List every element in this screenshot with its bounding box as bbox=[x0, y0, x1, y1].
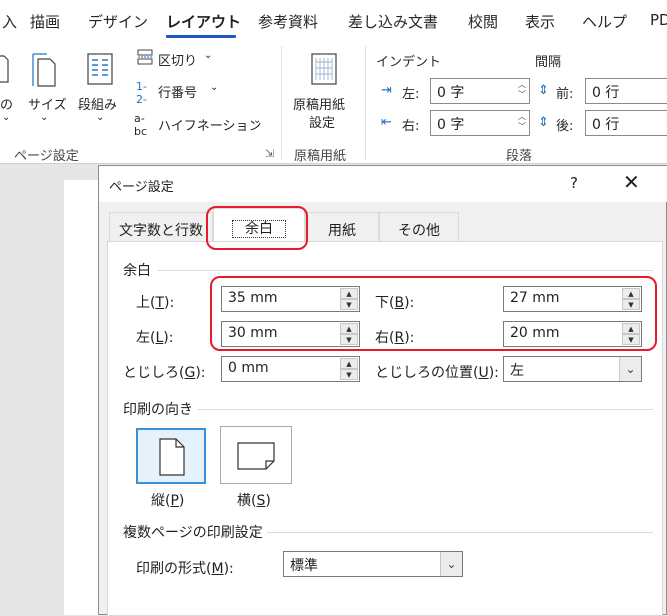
tab-pdf[interactable]: PD bbox=[650, 11, 667, 29]
chevron-down-icon: ⌄ bbox=[96, 112, 105, 123]
chevron-down-icon: ⌄ bbox=[204, 50, 213, 61]
print-format-select[interactable]: 標準 ⌄ bbox=[283, 551, 463, 577]
tab-design[interactable]: デザイン bbox=[88, 11, 148, 32]
spacing-before-label: 前: bbox=[556, 87, 574, 102]
tab-help[interactable]: ヘルプ bbox=[582, 11, 627, 32]
ribbon-tab-bar: 入 描画 デザイン レイアウト 参考資料 差し込み文書 校閲 表示 ヘルプ PD bbox=[0, 0, 667, 40]
gutter-value: 0 mm bbox=[228, 360, 269, 376]
multiple-pages-section-label: 複数ページの印刷設定 bbox=[123, 525, 263, 541]
margins-section-label: 余白 bbox=[123, 263, 151, 279]
page-setup-group-label: ページ設定 bbox=[14, 149, 79, 164]
spinner-arrows-icon[interactable]: ▲ ▼ bbox=[340, 358, 358, 380]
tab-characters-lines[interactable]: 文字数と行数 bbox=[109, 212, 213, 242]
orientation-label: の bbox=[0, 98, 14, 113]
hyphenation-label: ハイフネーション bbox=[158, 119, 262, 134]
chevron-down-icon[interactable]: ⌄ bbox=[619, 357, 641, 381]
group-divider bbox=[365, 46, 366, 160]
breaks-icon bbox=[137, 49, 153, 65]
section-divider bbox=[157, 270, 653, 271]
dialog-titlebar: ページ設定 ? ✕ bbox=[99, 166, 667, 202]
chevron-down-icon: ⌄ bbox=[2, 112, 11, 123]
indent-left-input[interactable]: 0 字 ︿ ﹀ bbox=[430, 78, 530, 104]
tab-other[interactable]: その他 bbox=[379, 212, 459, 242]
margins-tab-highlight bbox=[206, 206, 308, 250]
indent-right-label: 右: bbox=[402, 119, 420, 134]
breaks-label: 区切り bbox=[158, 54, 198, 69]
indent-right-value: 0 字 bbox=[437, 117, 465, 133]
columns-label: 段組み bbox=[78, 98, 118, 113]
tab-mailings[interactable]: 差し込み文書 bbox=[348, 11, 438, 32]
chevron-down-icon: ⌄ bbox=[40, 112, 49, 123]
tab-draw[interactable]: 描画 bbox=[30, 11, 60, 32]
spacing-after-label: 後: bbox=[556, 119, 574, 134]
spacing-before-input[interactable]: 0 行 bbox=[585, 78, 667, 104]
gutter-position-select[interactable]: 左 ⌄ bbox=[503, 356, 642, 382]
tab-view[interactable]: 表示 bbox=[525, 11, 555, 32]
orientation-section-label: 印刷の向き bbox=[123, 402, 193, 418]
indent-title: インデント bbox=[376, 55, 442, 70]
tab-insert[interactable]: 入 bbox=[2, 11, 17, 32]
spacing-before-value: 0 行 bbox=[592, 85, 620, 101]
print-format-value: 標準 bbox=[290, 558, 318, 574]
active-tab-indicator bbox=[166, 35, 236, 38]
indent-left-value: 0 字 bbox=[437, 85, 465, 101]
spinner-arrows-icon[interactable]: ︿ ﹀ bbox=[518, 80, 526, 100]
landscape-label: 横(S) bbox=[237, 493, 271, 509]
tab-paper[interactable]: 用紙 bbox=[305, 212, 379, 242]
spacing-title: 間隔 bbox=[535, 55, 562, 70]
group-divider bbox=[281, 46, 282, 160]
gutter-position-value: 左 bbox=[510, 363, 524, 379]
size-label: サイズ bbox=[28, 98, 67, 113]
top-margin-label: 上(T): bbox=[136, 295, 175, 311]
orientation-icon bbox=[0, 55, 9, 83]
indent-left-label: 左: bbox=[402, 87, 420, 102]
landscape-page-icon bbox=[237, 442, 275, 470]
section-divider bbox=[197, 409, 653, 410]
spacing-after-icon: ⇕ bbox=[538, 115, 549, 130]
close-button[interactable]: ✕ bbox=[623, 170, 640, 194]
line-numbers-label: 行番号 bbox=[158, 86, 198, 101]
indent-right-input[interactable]: 0 字 ︿ ﹀ bbox=[430, 110, 530, 136]
left-margin-label: 左(L): bbox=[136, 330, 174, 346]
hyphenation-icon: a-bc bbox=[134, 112, 148, 138]
tab-review[interactable]: 校閲 bbox=[468, 11, 498, 32]
gutter-label: とじしろ(G): bbox=[123, 365, 206, 381]
indent-right-icon: ⇤ bbox=[381, 115, 392, 130]
indent-left-icon: ⇥ bbox=[381, 83, 392, 98]
tab-references[interactable]: 参考資料 bbox=[258, 11, 318, 32]
paragraph-group-label: 段落 bbox=[506, 149, 533, 164]
line-numbers-icon: 1- 2- bbox=[136, 80, 147, 106]
spinner-arrows-icon[interactable]: ︿ ﹀ bbox=[518, 112, 526, 132]
help-button[interactable]: ? bbox=[570, 174, 578, 192]
chevron-down-icon: ⌄ bbox=[253, 115, 262, 126]
ribbon: の ⌄ サイズ ⌄ 段組み ⌄ 区切り ⌄ 1- 2- 行番号 ⌄ a- bc … bbox=[0, 40, 667, 164]
manuscript-label-line1: 原稿用紙 bbox=[293, 98, 346, 113]
spacing-after-value: 0 行 bbox=[592, 117, 620, 133]
dialog-title: ページ設定 bbox=[109, 180, 174, 195]
page-setup-dialog: ページ設定 ? ✕ 文字数と行数 余白 用紙 その他 余白 上(T): 35 m… bbox=[98, 165, 667, 616]
tab-layout[interactable]: レイアウト bbox=[166, 11, 241, 32]
section-divider bbox=[267, 532, 653, 533]
landscape-option[interactable] bbox=[220, 426, 292, 484]
portrait-label: 縦(P) bbox=[151, 493, 185, 509]
columns-icon bbox=[87, 53, 113, 85]
gutter-position-label: とじしろの位置(U): bbox=[375, 365, 499, 381]
chevron-down-icon: ⌄ bbox=[210, 82, 219, 93]
print-format-label: 印刷の形式(M): bbox=[136, 561, 234, 577]
chevron-down-icon[interactable]: ⌄ bbox=[440, 552, 462, 576]
spacing-before-icon: ⇕ bbox=[538, 83, 549, 98]
portrait-page-icon bbox=[159, 438, 185, 476]
spacing-after-input[interactable]: 0 行 bbox=[585, 110, 667, 136]
dialog-launcher-icon[interactable]: ⇲ bbox=[265, 147, 274, 160]
manuscript-label-line2: 設定 bbox=[309, 116, 336, 131]
gutter-input[interactable]: 0 mm ▲ ▼ bbox=[221, 356, 360, 382]
manuscript-paper-icon bbox=[311, 53, 337, 85]
portrait-option[interactable] bbox=[136, 428, 206, 484]
margin-fields-highlight bbox=[210, 276, 657, 351]
page-size-icon bbox=[32, 53, 56, 87]
manuscript-group-label: 原稿用紙 bbox=[294, 149, 347, 164]
